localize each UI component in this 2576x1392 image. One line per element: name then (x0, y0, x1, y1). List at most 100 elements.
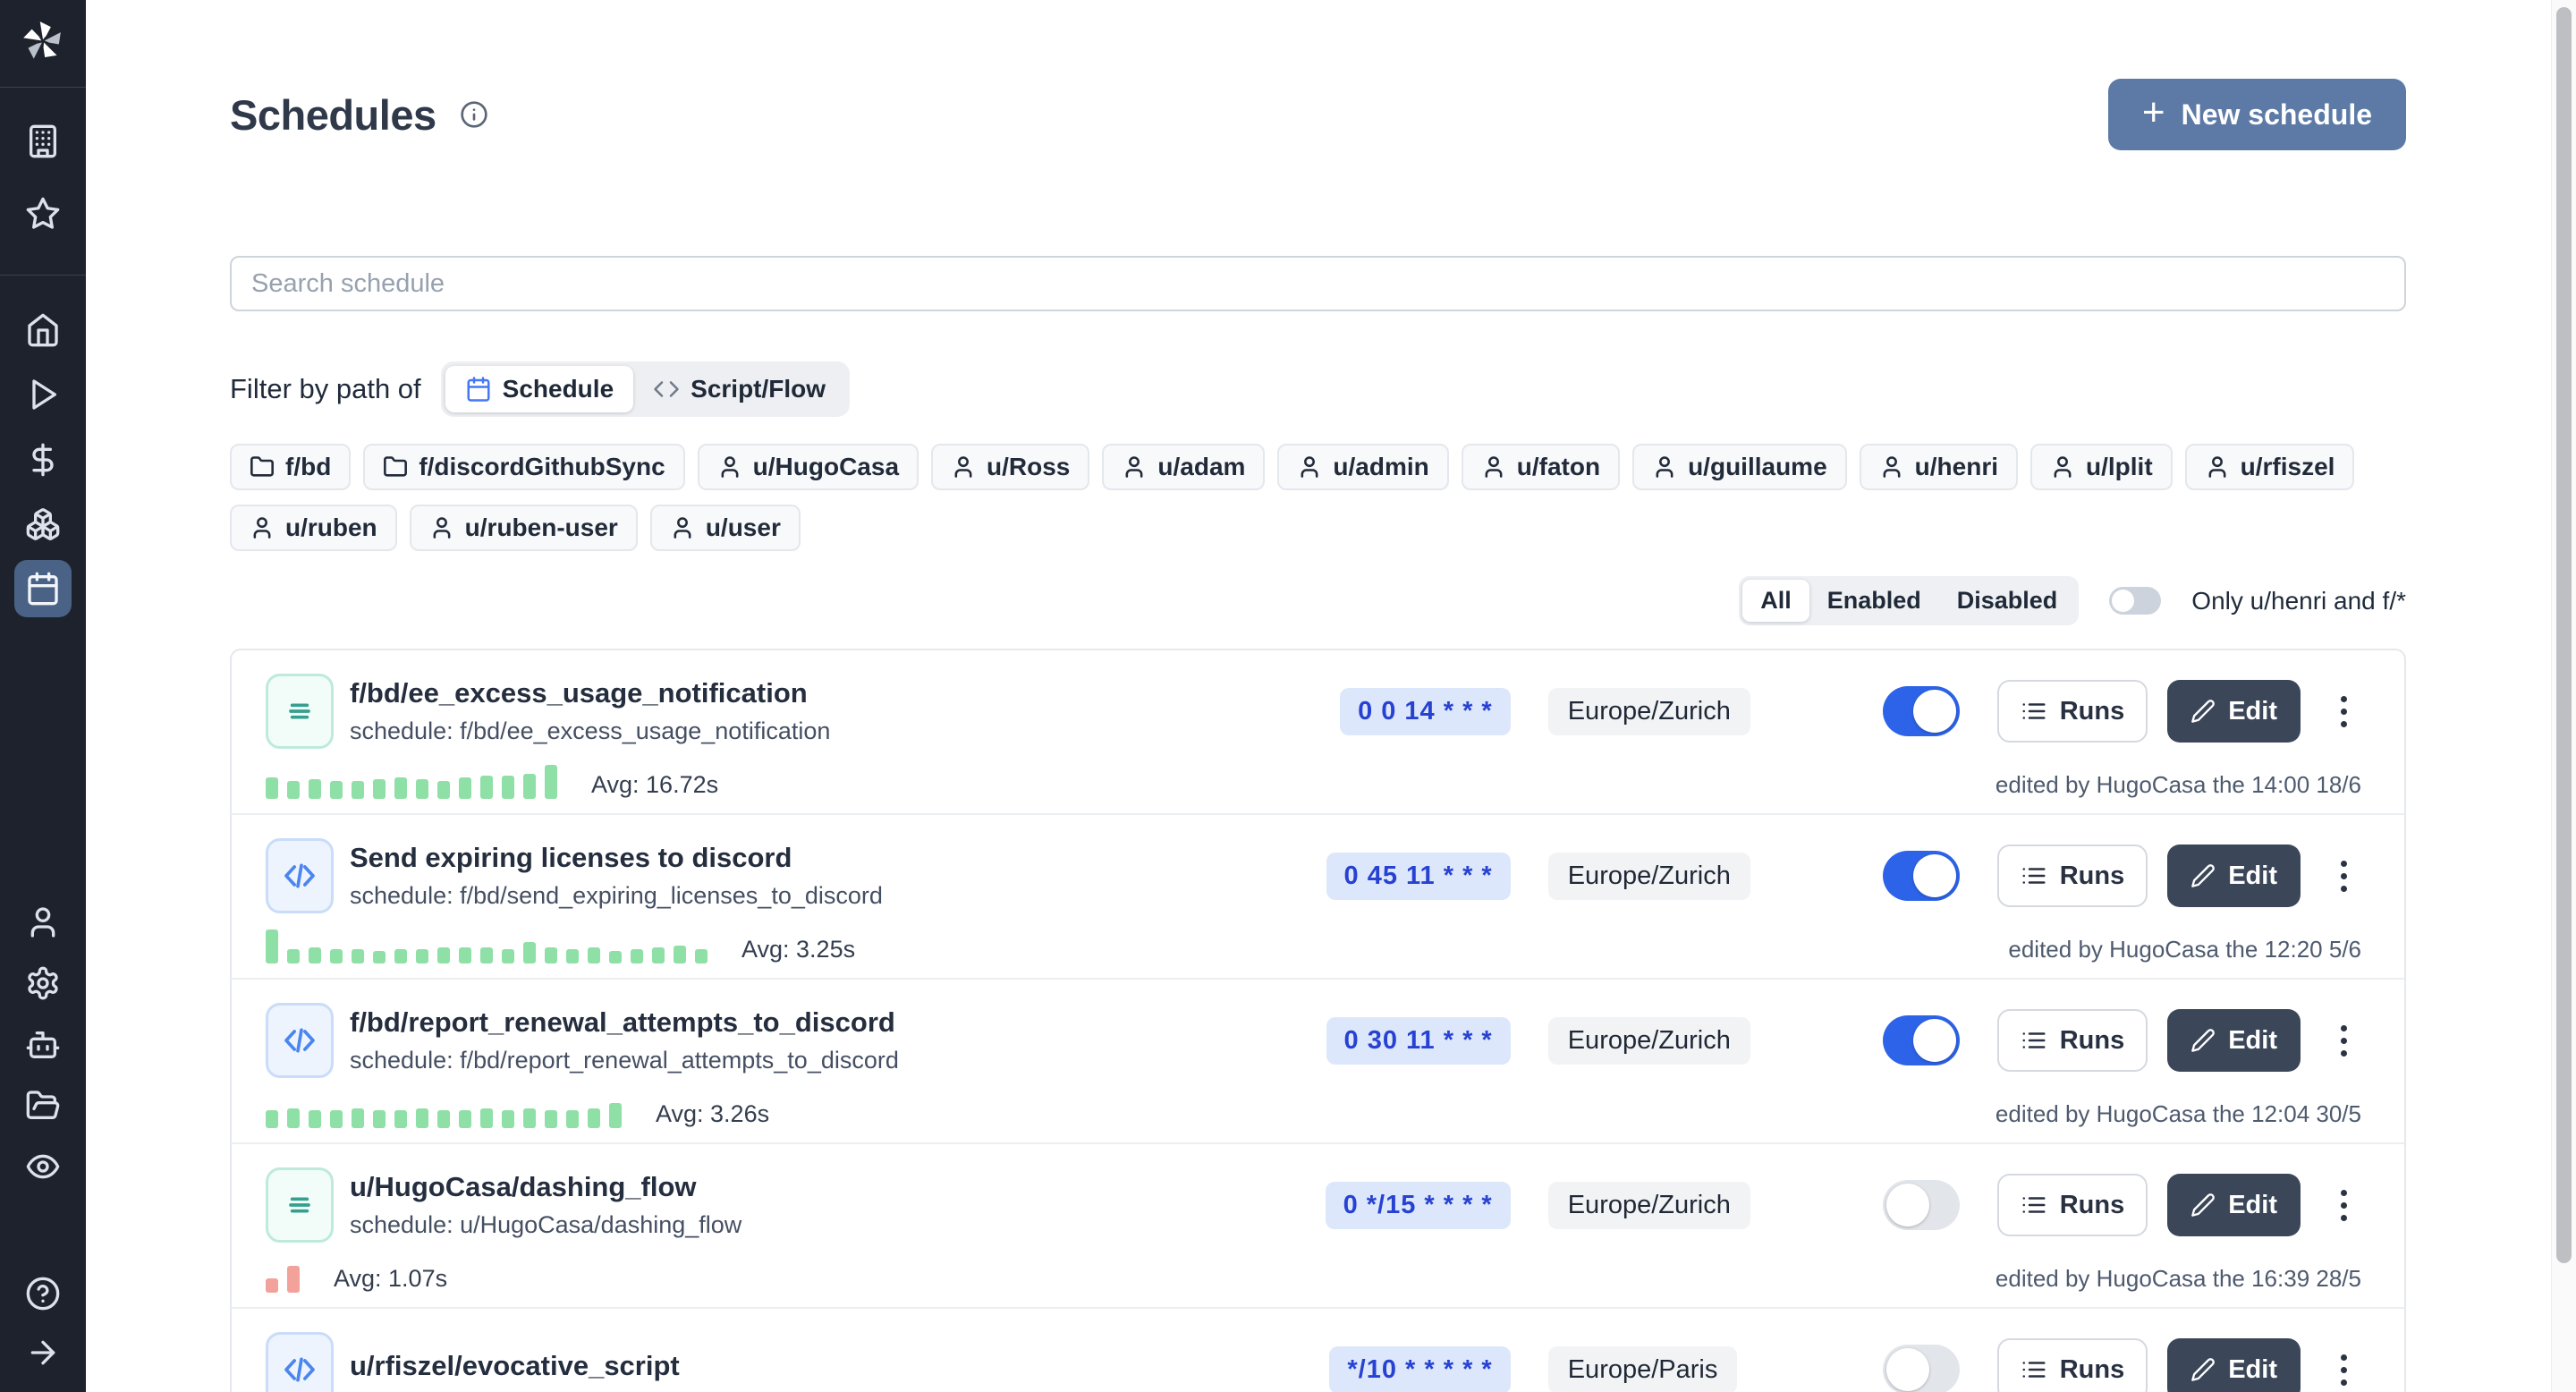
schedule-title[interactable]: Send expiring licenses to discord (350, 842, 1207, 874)
path-chip[interactable]: u/HugoCasa (698, 444, 919, 490)
run-bar[interactable] (566, 949, 579, 963)
run-bar[interactable] (545, 1110, 557, 1128)
robot-icon[interactable] (25, 1027, 61, 1063)
path-chip[interactable]: u/henri (1860, 444, 2018, 490)
kebab-menu-icon[interactable] (2326, 1338, 2361, 1392)
run-bar[interactable] (352, 949, 364, 963)
path-type-tab[interactable]: Script/Flow (633, 366, 845, 412)
edit-button[interactable]: Edit (2167, 1338, 2301, 1392)
path-type-tab[interactable]: Schedule (445, 366, 633, 412)
path-chip[interactable]: u/guillaume (1632, 444, 1847, 490)
run-bar[interactable] (373, 779, 386, 799)
run-bar[interactable] (266, 1110, 278, 1128)
runs-button[interactable]: Runs (1997, 1174, 2148, 1236)
run-bar[interactable] (502, 1110, 514, 1128)
run-bar[interactable] (416, 1108, 428, 1128)
run-bar[interactable] (631, 949, 643, 963)
run-bar[interactable] (652, 947, 665, 963)
run-bar[interactable] (502, 949, 514, 963)
building-icon[interactable] (25, 123, 61, 159)
run-bar[interactable] (266, 1278, 278, 1293)
scrollbar-thumb[interactable] (2556, 7, 2572, 1263)
run-bar[interactable] (523, 942, 536, 963)
run-bar[interactable] (674, 946, 686, 963)
enabled-toggle[interactable] (1883, 686, 1960, 736)
run-bar[interactable] (330, 1110, 343, 1128)
run-bar[interactable] (309, 779, 321, 799)
run-bar[interactable] (352, 781, 364, 799)
run-bar[interactable] (545, 765, 557, 799)
run-bar[interactable] (309, 947, 321, 963)
run-bar[interactable] (459, 947, 471, 963)
run-bar[interactable] (287, 1266, 300, 1293)
info-icon[interactable] (460, 100, 488, 129)
run-bar[interactable] (309, 1110, 321, 1128)
path-chip[interactable]: u/ruben-user (410, 505, 638, 551)
runs-button[interactable]: Runs (1997, 1009, 2148, 1072)
path-chip[interactable]: f/discordGithubSync (363, 444, 684, 490)
run-bar[interactable] (394, 949, 407, 963)
status-filter-option[interactable]: Disabled (1939, 580, 2076, 622)
boxes-icon[interactable] (25, 506, 61, 542)
run-bar[interactable] (287, 1108, 300, 1128)
schedule-title[interactable]: f/bd/ee_excess_usage_notification (350, 677, 1207, 709)
schedule-title[interactable]: f/bd/report_renewal_attempts_to_discord (350, 1006, 1207, 1039)
user-icon[interactable] (25, 904, 61, 940)
enabled-toggle[interactable] (1883, 1345, 1960, 1392)
enabled-toggle[interactable] (1883, 1015, 1960, 1065)
schedule-title[interactable]: u/HugoCasa/dashing_flow (350, 1171, 1207, 1203)
runs-button[interactable]: Runs (1997, 1338, 2148, 1392)
folder-open-icon[interactable] (25, 1088, 61, 1124)
eye-icon[interactable] (25, 1149, 61, 1184)
run-bar[interactable] (373, 951, 386, 963)
status-filter-option[interactable]: Enabled (1809, 580, 1939, 622)
run-bar[interactable] (695, 949, 708, 963)
search-input[interactable] (230, 256, 2406, 311)
calendar-icon[interactable] (14, 560, 72, 617)
run-bar[interactable] (480, 776, 493, 799)
run-bar[interactable] (287, 949, 300, 963)
run-bar[interactable] (502, 776, 514, 799)
run-bar[interactable] (352, 1108, 364, 1128)
run-bar[interactable] (416, 779, 428, 799)
run-bar[interactable] (523, 774, 536, 799)
run-bar[interactable] (416, 949, 428, 963)
arrow-right-icon[interactable] (25, 1335, 61, 1371)
run-bar[interactable] (437, 947, 450, 963)
run-bar[interactable] (373, 1110, 386, 1128)
enabled-toggle[interactable] (1883, 851, 1960, 901)
run-bar[interactable] (588, 1108, 600, 1128)
run-bar[interactable] (437, 781, 450, 799)
run-bar[interactable] (330, 949, 343, 963)
path-chip[interactable]: u/adam (1102, 444, 1265, 490)
run-bar[interactable] (566, 1110, 579, 1128)
edit-button[interactable]: Edit (2167, 680, 2301, 743)
run-bar[interactable] (480, 1108, 493, 1128)
path-chip[interactable]: u/rfiszel (2185, 444, 2355, 490)
path-chip[interactable]: f/bd (230, 444, 351, 490)
run-bar[interactable] (480, 947, 493, 963)
windmill-logo[interactable] (18, 16, 68, 66)
run-bar[interactable] (330, 781, 343, 799)
edit-button[interactable]: Edit (2167, 1174, 2301, 1236)
run-bar[interactable] (588, 947, 600, 963)
kebab-menu-icon[interactable] (2326, 1174, 2361, 1236)
run-bar[interactable] (287, 781, 300, 799)
run-bar[interactable] (394, 777, 407, 799)
path-chip[interactable]: u/faton (1462, 444, 1620, 490)
schedule-title[interactable]: u/rfiszel/evocative_script (350, 1350, 1207, 1382)
new-schedule-button[interactable]: + New schedule (2108, 79, 2406, 150)
kebab-menu-icon[interactable] (2326, 845, 2361, 907)
run-bar[interactable] (609, 1103, 622, 1128)
edit-button[interactable]: Edit (2167, 845, 2301, 907)
enabled-toggle[interactable] (1883, 1180, 1960, 1230)
runs-button[interactable]: Runs (1997, 845, 2148, 907)
edit-button[interactable]: Edit (2167, 1009, 2301, 1072)
run-bar[interactable] (266, 929, 278, 963)
kebab-menu-icon[interactable] (2326, 1009, 2361, 1072)
path-chip[interactable]: u/user (650, 505, 801, 551)
dollar-icon[interactable] (25, 442, 61, 478)
path-chip[interactable]: u/Ross (931, 444, 1089, 490)
run-bar[interactable] (459, 1110, 471, 1128)
run-bar[interactable] (437, 1110, 450, 1128)
